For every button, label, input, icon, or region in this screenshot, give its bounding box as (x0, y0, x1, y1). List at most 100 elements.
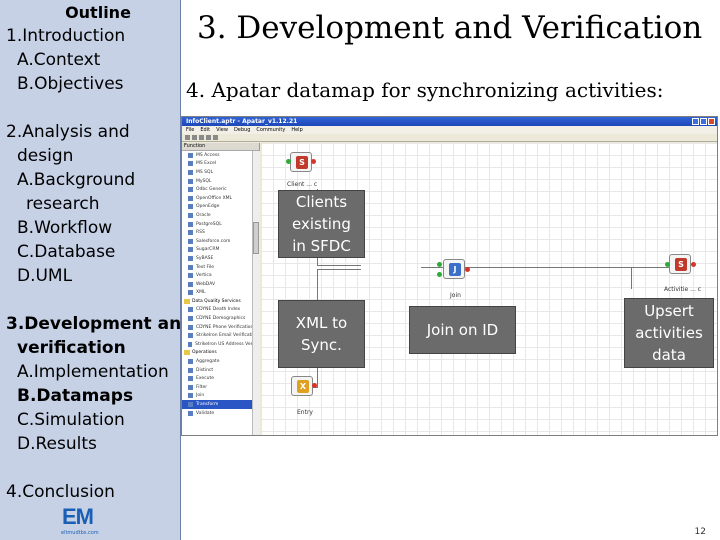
palette-item[interactable]: MS SQL (182, 168, 259, 177)
palette-item[interactable]: MS Access (182, 151, 259, 160)
palette-item[interactable]: OpenOffice XML (182, 194, 259, 203)
palette-item[interactable]: Execute (182, 374, 259, 383)
palette-item[interactable]: Aggregate (182, 357, 259, 366)
outline-item-introduction: 1.Introduction (6, 26, 126, 46)
slide-title: 3. Development and Verification (197, 10, 703, 46)
palette-item[interactable]: Filter (182, 383, 259, 392)
minimize-icon[interactable] (692, 118, 699, 125)
palette-item[interactable]: WebDAV (182, 280, 259, 289)
palette-group-dqs[interactable]: Data Quality Services (182, 297, 259, 306)
connector-icon (188, 204, 193, 210)
node-label-entry: Entry (297, 409, 313, 416)
salesforce-activities-node[interactable]: S (669, 254, 691, 274)
page-number: 12 (694, 527, 706, 537)
em-logo: EM eltmudtbs.com (55, 504, 113, 540)
palette-item[interactable]: PostgreSQL (182, 220, 259, 229)
palette-scrollbar[interactable] (252, 151, 260, 435)
palette-item[interactable]: Distinct (182, 366, 259, 375)
input-port[interactable] (665, 262, 670, 267)
toolbar-run-icon[interactable] (206, 135, 211, 140)
palette-scroll-thumb[interactable] (253, 222, 259, 254)
menu-bar: File Edit View Debug Community Help (182, 126, 717, 134)
output-port[interactable] (312, 383, 317, 388)
logo-text: EM (62, 504, 94, 529)
palette-item[interactable]: Salesforce.com (182, 237, 259, 246)
outline-item-objectives: B.Objectives (17, 74, 124, 94)
xml-entry-node[interactable]: X (291, 376, 313, 396)
outline-item-background: A.Background (17, 170, 136, 190)
window-titlebar: InfoClient.aptr - Apatar_v1.12.21 (182, 117, 717, 126)
service-icon (188, 316, 193, 322)
palette-item[interactable]: MySQL (182, 177, 259, 186)
palette-item[interactable]: Oracle (182, 211, 259, 220)
palette-item-selected[interactable]: Transform (182, 400, 259, 409)
toolbar-debug-icon[interactable] (213, 135, 218, 140)
menu-view[interactable]: View (216, 127, 228, 133)
palette-item[interactable]: CDYNE Death Index (182, 306, 259, 315)
menu-debug[interactable]: Debug (234, 127, 250, 133)
input-port[interactable] (286, 159, 291, 164)
apatar-window: InfoClient.aptr - Apatar_v1.12.21 File E… (181, 116, 718, 436)
palette-item[interactable]: SugarCRM (182, 246, 259, 255)
palette-item[interactable]: CDYNE Phone Verification (182, 323, 259, 332)
palette-item[interactable]: SyBASE (182, 254, 259, 263)
datamap-canvas[interactable]: S Client ... c J Join S Activitie ... c … (261, 143, 717, 435)
output-port[interactable] (465, 267, 470, 272)
palette-item[interactable]: CDYNE Demographics (182, 314, 259, 323)
callout-upsert-activities: Upsert activities data (624, 298, 714, 368)
connector-icon (188, 161, 193, 167)
palette-item[interactable]: Validate (182, 409, 259, 418)
operation-icon (188, 359, 193, 365)
folder-icon (184, 350, 190, 356)
palette-item[interactable]: MS Excel (182, 160, 259, 169)
operation-icon (188, 367, 193, 373)
input-port[interactable] (437, 262, 442, 267)
input-port[interactable] (437, 272, 442, 277)
connector-icon (188, 169, 193, 175)
toolbar-open-icon[interactable] (192, 135, 197, 140)
close-icon[interactable] (708, 118, 715, 125)
outline-item-uml: D.UML (17, 266, 73, 286)
palette-item[interactable]: Odbc Generic (182, 185, 259, 194)
outline-title: Outline (65, 3, 131, 22)
outline-item-background-cont: research (26, 194, 100, 214)
connector-icon (188, 264, 193, 270)
outline-item-results: D.Results (17, 434, 97, 454)
function-palette: Function MS Access MS Excel MS SQL MySQL… (182, 143, 260, 435)
palette-item[interactable]: Join (182, 392, 259, 401)
output-port[interactable] (691, 262, 696, 267)
palette-item[interactable]: XML (182, 289, 259, 298)
connector-icon (188, 152, 193, 158)
service-icon (188, 307, 193, 313)
menu-community[interactable]: Community (256, 127, 285, 133)
connector-line (631, 267, 632, 289)
node-label-join: Join (450, 292, 461, 299)
service-icon (188, 324, 193, 330)
palette-item[interactable]: Text File (182, 263, 259, 272)
palette-item[interactable]: Vertica (182, 271, 259, 280)
menu-edit[interactable]: Edit (200, 127, 210, 133)
join-node[interactable]: J (443, 259, 465, 279)
palette-item[interactable]: StrikeIron US Address Verific (182, 340, 259, 349)
connector-icon (188, 281, 193, 287)
menu-help[interactable]: Help (291, 127, 302, 133)
outline-item-context: A.Context (17, 50, 101, 70)
toolbar-new-icon[interactable] (185, 135, 190, 140)
connector-icon (188, 255, 193, 261)
connector-icon (188, 238, 193, 244)
toolbar-save-icon[interactable] (199, 135, 204, 140)
palette-item[interactable]: RSS (182, 228, 259, 237)
palette-group-operations[interactable]: Operations (182, 349, 259, 358)
operation-icon (188, 410, 193, 416)
palette-header: Function (182, 143, 259, 151)
outline-item-simulation: C.Simulation (17, 410, 125, 430)
maximize-icon[interactable] (700, 118, 707, 125)
palette-item[interactable]: OpenEdge (182, 203, 259, 212)
node-label-client: Client ... c (287, 181, 318, 188)
output-port[interactable] (311, 159, 316, 164)
operation-icon (188, 376, 193, 382)
menu-file[interactable]: File (186, 127, 194, 133)
salesforce-client-node[interactable]: S (290, 152, 312, 172)
palette-item[interactable]: StrikeIron Email Verification (182, 331, 259, 340)
outline-item-development: 3.Development and (6, 314, 194, 334)
